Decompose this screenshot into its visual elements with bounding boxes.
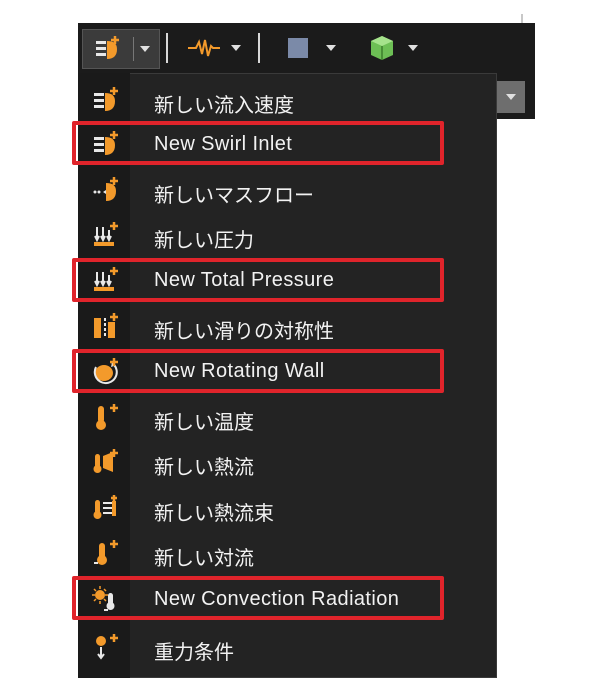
background-dropdown[interactable] <box>497 73 535 119</box>
slip-symmetry-icon <box>94 313 118 338</box>
solid-dropdown[interactable] <box>358 29 428 67</box>
toolbar-separator <box>258 33 260 63</box>
menu-item-heat-flux[interactable]: 新しい熱流束 <box>78 486 497 531</box>
menu-item-label: 新しいマスフロー <box>154 183 314 207</box>
toolbar-separator <box>166 33 168 63</box>
chevron-down-icon <box>408 45 418 51</box>
convection-icon <box>94 540 118 565</box>
chevron-down-icon <box>326 45 336 51</box>
menu-item-heat-flow[interactable]: 新しい熱流 <box>78 440 497 485</box>
menu-item-label: 新しい流入速度 <box>154 93 294 117</box>
surface-dropdown[interactable] <box>274 29 348 67</box>
chevron-down-icon <box>231 45 241 51</box>
menu-item-inlet-velocity[interactable]: 新しい流入速度 <box>78 78 497 123</box>
menu-item-label: 重力条件 <box>154 640 234 664</box>
highlight-box-total-pressure <box>72 258 444 302</box>
menu-item-label: 新しい圧力 <box>154 228 254 252</box>
menu-item-convection[interactable]: 新しい対流 <box>78 531 497 576</box>
heat-flux-icon <box>93 495 117 519</box>
menu-item-label: 新しい熱流 <box>154 455 254 479</box>
inlet-velocity-icon <box>94 87 118 111</box>
highlight-box-convection-radiation <box>72 576 444 620</box>
chevron-down-icon <box>506 94 516 100</box>
chevron-down-icon <box>139 46 150 52</box>
menu-item-label: 新しい滑りの対称性 <box>154 319 334 343</box>
background-dropdown-button[interactable] <box>497 81 525 113</box>
highlight-box-rotating-wall <box>72 349 444 393</box>
menu-item-pressure[interactable]: 新しい圧力 <box>78 213 497 258</box>
gravity-icon <box>96 634 118 660</box>
window-edge-mark <box>521 14 523 23</box>
menu-item-mass-flow[interactable]: 新しいマスフロー <box>78 168 497 213</box>
surface-icon <box>288 38 308 58</box>
heat-flow-icon <box>93 449 118 473</box>
boundary-conditions-dropdown[interactable] <box>82 29 160 69</box>
menu-item-temperature[interactable]: 新しい温度 <box>78 395 497 440</box>
highlight-box-swirl-inlet <box>72 121 444 165</box>
menu-item-label: 新しい温度 <box>154 410 254 434</box>
cube-icon <box>371 36 393 60</box>
menu-item-gravity[interactable]: 重力条件 <box>78 625 497 670</box>
signal-dropdown[interactable] <box>178 29 250 67</box>
toolbar <box>78 23 535 73</box>
waveform-icon <box>188 39 220 57</box>
menu-item-slip-symmetry[interactable]: 新しい滑りの対称性 <box>78 304 497 349</box>
pressure-icon <box>94 222 118 246</box>
menu-item-label: 新しい対流 <box>154 546 254 570</box>
mass-flow-icon <box>93 177 118 201</box>
menu-item-label: 新しい熱流束 <box>154 501 274 525</box>
inlet-velocity-icon <box>95 36 119 59</box>
temperature-icon <box>96 404 118 430</box>
